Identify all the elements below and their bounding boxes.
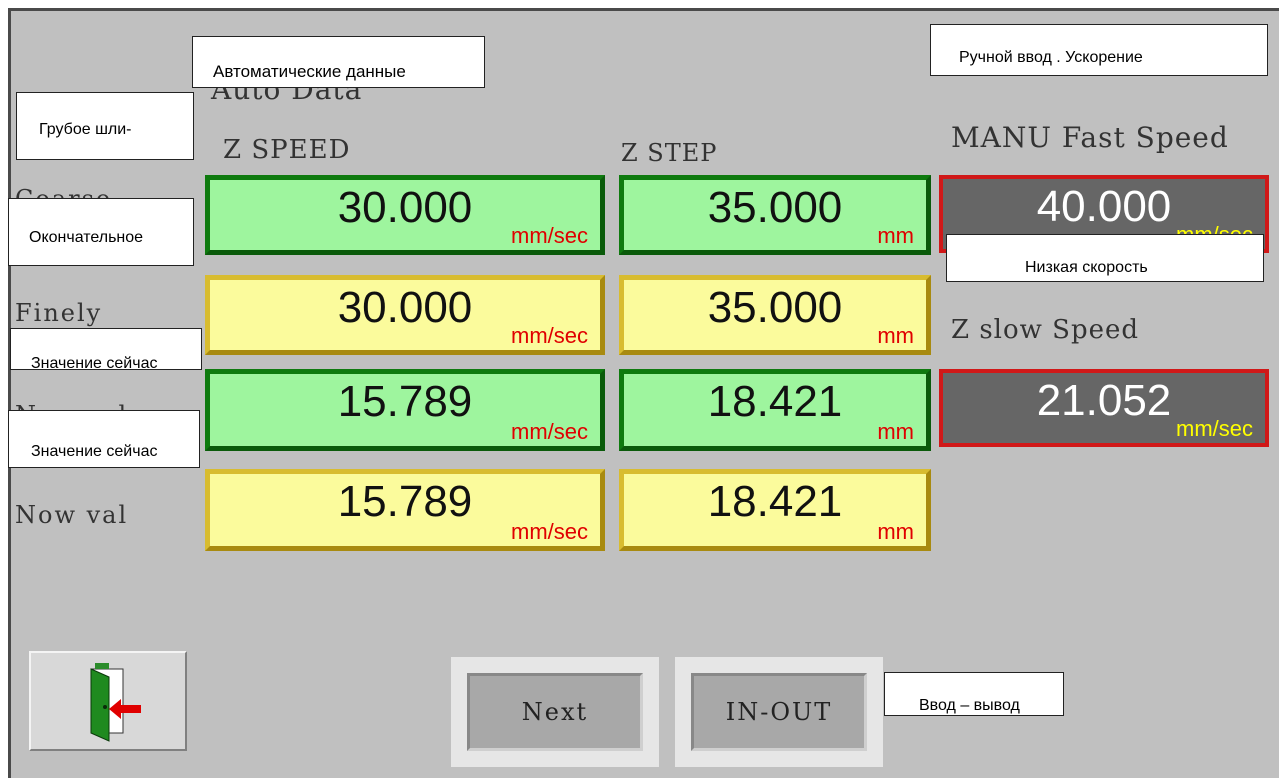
overlay-auto-data: Автоматические данные [192, 36, 485, 88]
overlay-manual-accel: Ручной ввод . Ускорение [930, 24, 1268, 76]
row-label-now-val: Now val [15, 501, 129, 529]
overlay-final: Окончательное [8, 198, 194, 266]
now-val-step-unit-2: mm [877, 519, 914, 544]
coarse-speed-unit: mm/sec [511, 223, 588, 248]
overlay-now-val-1-text: Значение сейчас [31, 355, 158, 370]
finely-step-unit: mm [877, 323, 914, 348]
overlay-coarse-text: Грубое шли- [39, 121, 132, 138]
in-out-button-label: IN-OUT [691, 673, 867, 751]
overlay-low-speed-text: Низкая скорость [1025, 259, 1148, 276]
overlay-final-text: Окончательное [29, 229, 144, 246]
exit-button[interactable] [29, 651, 187, 751]
z-speed-header: Z SPEED [223, 135, 351, 165]
next-button-label: Next [467, 673, 643, 751]
now-val-speed-unit-2: mm/sec [511, 519, 588, 544]
overlay-now-val-1: Значение сейчас [10, 328, 202, 370]
z-slow-speed-field[interactable]: 21.052 mm/sec [939, 369, 1269, 447]
now-val-speed-unit: mm/sec [511, 419, 588, 444]
manu-fast-speed-header: MANU Fast Speed [951, 121, 1229, 154]
overlay-auto-data-text: Автоматические данные [213, 62, 406, 81]
overlay-in-out-text: Ввод – вывод [919, 697, 1020, 714]
coarse-speed-field[interactable]: 30.000 mm/sec [205, 175, 605, 255]
in-out-button[interactable]: IN-OUT [675, 657, 883, 767]
z-slow-speed-header: Z slow Speed [951, 315, 1140, 345]
overlay-manual-accel-text: Ручной ввод . Ускорение [959, 49, 1143, 66]
coarse-step-field[interactable]: 35.000 mm [619, 175, 931, 255]
now-val-step-field-2: 18.421 mm [619, 469, 931, 551]
exit-door-icon [90, 663, 141, 742]
z-step-header: Z STEP [621, 139, 718, 167]
now-val-speed-field-2: 15.789 mm/sec [205, 469, 605, 551]
now-val-step-field: 18.421 mm [619, 369, 931, 451]
now-val-step-unit: mm [877, 419, 914, 444]
hmi-screen: Auto Data Z SPEED Z STEP MANU Fast Speed… [8, 8, 1279, 778]
coarse-step-unit: mm [877, 223, 914, 248]
overlay-low-speed: Низкая скорость [946, 234, 1264, 282]
finely-speed-field[interactable]: 30.000 mm/sec [205, 275, 605, 355]
overlay-coarse: Грубое шли- [16, 92, 194, 160]
overlay-now-val-2-text: Значение сейчас [31, 443, 158, 460]
z-slow-speed-unit: mm/sec [1176, 416, 1253, 441]
next-button[interactable]: Next [451, 657, 659, 767]
overlay-in-out: Ввод – вывод [884, 672, 1064, 716]
overlay-now-val-2: Значение сейчас [8, 410, 200, 468]
row-label-finely: Finely [15, 299, 103, 327]
now-val-speed-field: 15.789 mm/sec [205, 369, 605, 451]
finely-speed-unit: mm/sec [511, 323, 588, 348]
finely-step-field[interactable]: 35.000 mm [619, 275, 931, 355]
